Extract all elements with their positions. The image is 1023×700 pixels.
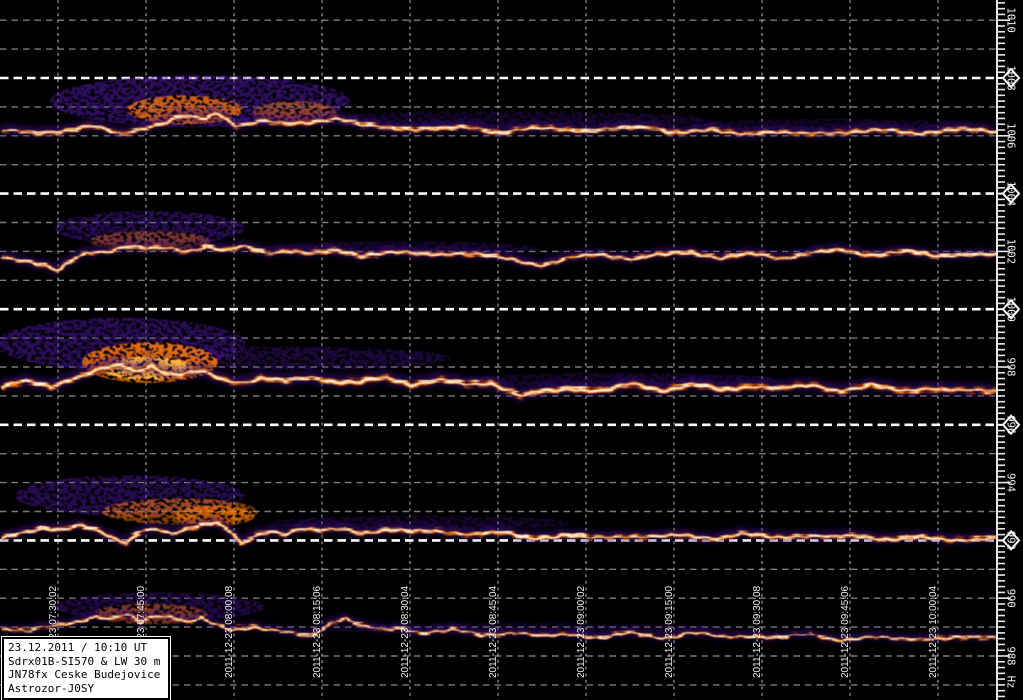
- time-label: 2011-12-23 09:15:00: [664, 585, 675, 678]
- spectrogram-app: 2011-12-23 07:30:022011-12-23 07:45:0020…: [0, 0, 1023, 700]
- time-label: 2011-12-23 09:45:06: [840, 585, 851, 678]
- info-box-locator: JN78fx Ceske Budejovice: [8, 668, 165, 682]
- spectrogram-plot: 2011-12-23 07:30:022011-12-23 07:45:0020…: [0, 0, 1023, 700]
- time-label: 2011-12-23 09:30:08: [752, 585, 763, 678]
- time-label: 2011-12-23 08:45:04: [488, 585, 499, 678]
- time-label: 2011-12-23 08:30:04: [400, 585, 411, 678]
- freq-axis-label: 994: [1005, 473, 1017, 492]
- freq-axis-label: 990: [1005, 589, 1017, 608]
- carrier-label: 992: [1005, 531, 1017, 550]
- frequency-axis: 1010 1006 1002 998 994 990 988 Hz 1008 1004 1000 99…: [996, 0, 1023, 700]
- carrier-label: 996: [1005, 415, 1017, 434]
- freq-axis-label: 1010: [1005, 8, 1017, 33]
- freq-axis-label: 988: [1005, 647, 1017, 666]
- carrier-label: 1000: [1005, 297, 1017, 322]
- carrier-label: 1008: [1005, 65, 1017, 90]
- carrier-label: 1004: [1005, 181, 1017, 206]
- freq-axis-label: 1002: [1005, 239, 1017, 264]
- info-box-software: Astrozor-J0SY: [8, 682, 165, 696]
- freq-axis-unit: Hz: [1005, 676, 1017, 689]
- info-box: 23.12.2011 / 10:10 UT Sdrx01B-SI570 & LW…: [2, 637, 170, 700]
- info-box-receiver: Sdrx01B-SI570 & LW 30 m: [8, 655, 165, 669]
- signal-noise-clouds: [0, 75, 990, 634]
- info-box-datetime: 23.12.2011 / 10:10 UT: [8, 641, 165, 655]
- freq-axis-label: 1006: [1005, 123, 1017, 148]
- freq-axis-label: 998: [1005, 358, 1017, 377]
- time-label: 2011-12-23 08:15:06: [312, 585, 323, 678]
- time-label: 2011-12-23 08:00:08: [224, 585, 235, 678]
- time-label: 2011-12-23 09:00:02: [576, 585, 587, 678]
- time-label: 2011-12-23 10:00:04: [928, 585, 939, 678]
